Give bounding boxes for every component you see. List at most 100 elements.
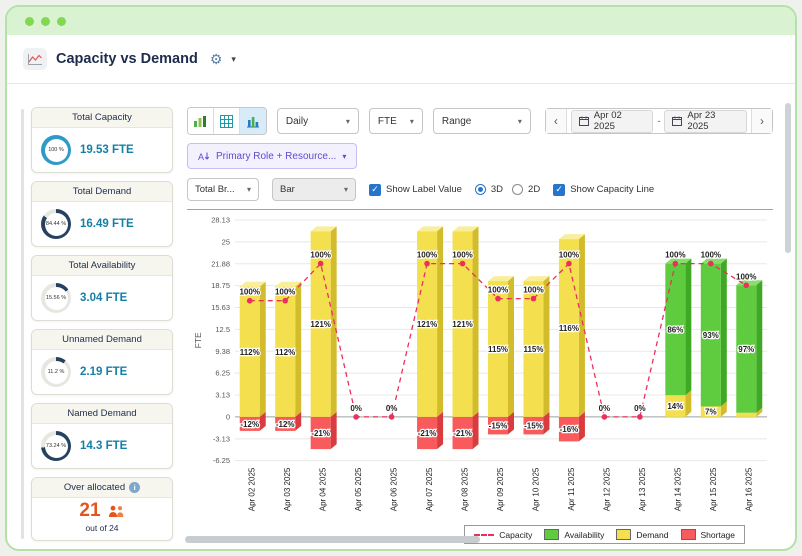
value-label: -12%	[240, 420, 259, 429]
date-to-chip[interactable]: Apr 23 2025	[664, 109, 748, 133]
x-axis-tick: Apr 15 2025	[709, 467, 718, 511]
window-dot-icon[interactable]	[57, 16, 66, 26]
x-axis-tick: Apr 03 2025	[283, 467, 292, 511]
bar-side-face	[259, 281, 266, 417]
mode-3d-option[interactable]: 3D	[474, 184, 503, 195]
stat-donut-chart: 15.56 %	[41, 283, 71, 313]
value-label: 86%	[667, 325, 683, 334]
bar-side-face	[295, 281, 302, 417]
value-label: 100%	[523, 286, 543, 295]
range-select[interactable]: Range ▾	[432, 108, 531, 134]
value-label: 115%	[488, 345, 508, 354]
capacity-point	[566, 260, 572, 267]
capacity-point	[317, 260, 324, 267]
value-label: 0%	[599, 404, 611, 413]
stat-card-body: 11.2 % 2.19 FTE	[32, 350, 172, 394]
bar-chart-view-icon[interactable]	[188, 108, 214, 134]
filter-row: A Primary Role + Resource... ▾	[187, 143, 773, 169]
stat-value: 19.53 FTE	[80, 144, 134, 156]
value-label: 116%	[559, 324, 579, 333]
y-axis-tick: 9.38	[215, 347, 230, 356]
x-axis-tick: Apr 11 2025	[567, 467, 576, 511]
unit-select[interactable]: FTE ▾	[368, 108, 423, 134]
y-axis-tick: -6.25	[213, 456, 230, 465]
x-axis-tick: Apr 07 2025	[425, 467, 434, 511]
stats-sidebar: Total Capacity 100 % 19.53 FTE Total Demand…	[17, 105, 177, 541]
capacity-point	[708, 260, 714, 267]
bar-side-face	[720, 258, 727, 407]
capacity-point	[601, 414, 608, 420]
window-dot-icon[interactable]	[41, 16, 50, 26]
chevron-down-icon[interactable]: ▾	[231, 54, 236, 65]
value-label: 115%	[523, 345, 543, 354]
grouping-filter-chip[interactable]: A Primary Role + Resource... ▾	[187, 143, 358, 169]
over-allocated-count: 21	[79, 500, 101, 521]
stat-card-body: 15.56 % 3.04 FTE	[32, 276, 172, 320]
value-label: 0%	[634, 404, 646, 413]
stat-card: Unnamed Demand 11.2 % 2.19 FTE	[31, 329, 173, 395]
value-label: -12%	[276, 420, 295, 429]
legend-color-swatch	[680, 529, 696, 540]
value-label: 100%	[452, 251, 472, 260]
value-label: 100%	[665, 251, 685, 260]
radio-selected-icon[interactable]	[474, 184, 486, 195]
show-label-value-option[interactable]: ✓ Show Label Value	[369, 183, 462, 196]
y-axis-label: FTE	[193, 332, 203, 348]
legend-item: Demand	[616, 529, 669, 540]
view-switcher	[187, 107, 267, 135]
capacity-point	[282, 297, 288, 304]
table-view-icon[interactable]	[213, 108, 240, 134]
bar-side-face	[330, 411, 337, 450]
x-axis-tick: Apr 10 2025	[531, 467, 540, 511]
sidebar-scrollbar[interactable]	[21, 109, 24, 539]
breakdown-select[interactable]: Total Br... ▾	[187, 178, 259, 201]
mode-2d-option[interactable]: 2D	[512, 184, 540, 195]
column-chart-view-icon[interactable]	[239, 108, 266, 134]
value-label: 121%	[310, 320, 330, 329]
over-allocated-title-text: Over allocated	[63, 482, 126, 493]
capacity-point	[530, 295, 537, 302]
horizontal-scrollbar[interactable]	[185, 536, 480, 543]
date-separator: -	[657, 116, 661, 126]
over-allocated-title: Over allocated i	[32, 478, 172, 498]
stat-value: 3.04 FTE	[80, 292, 128, 304]
y-axis-tick: 0	[226, 412, 230, 421]
stat-card-title: Total Availability	[32, 256, 172, 276]
prev-period-button[interactable]: ‹	[545, 109, 567, 133]
legend-color-swatch	[616, 529, 632, 540]
show-capacity-line-option[interactable]: ✓ Show Capacity Line	[553, 183, 654, 196]
checkbox-checked-icon[interactable]: ✓	[553, 183, 566, 196]
value-label: 100%	[488, 286, 508, 295]
x-axis-tick: Apr 06 2025	[390, 467, 399, 511]
vertical-scrollbar[interactable]	[785, 103, 791, 253]
app-window: Capacity vs Demand ⚙ ▾ Total Capacity 100…	[5, 5, 797, 551]
stat-donut-chart: 73.24 %	[41, 431, 71, 461]
date-from-chip[interactable]: Apr 02 2025	[570, 109, 654, 133]
y-axis-tick: 6.25	[215, 369, 230, 378]
settings-gear-icon[interactable]: ⚙	[210, 52, 223, 66]
legend-color-swatch	[544, 529, 560, 540]
x-axis-tick: Apr 13 2025	[638, 467, 647, 511]
stat-card-title: Unnamed Demand	[32, 330, 172, 350]
next-period-button[interactable]: ›	[751, 109, 773, 133]
info-icon[interactable]: i	[129, 482, 141, 493]
chevron-down-icon: ▾	[246, 185, 251, 194]
date-from-value: Apr 02 2025	[593, 110, 622, 132]
checkbox-checked-icon[interactable]: ✓	[369, 183, 381, 196]
radio-unselected-icon[interactable]	[512, 184, 524, 195]
chart-type-select-value: Bar	[280, 184, 295, 195]
window-dot-icon[interactable]	[25, 16, 34, 26]
legend-item: Capacity	[474, 530, 532, 540]
mode-2d-label: 2D	[528, 184, 541, 195]
chart-type-select[interactable]: Bar ▾	[272, 178, 356, 201]
y-axis-tick: -3.13	[213, 434, 230, 443]
bar-segment[interactable]	[736, 412, 757, 417]
stat-card: Named Demand 73.24 % 14.3 FTE	[31, 403, 173, 469]
calendar-icon	[672, 116, 683, 126]
period-select[interactable]: Daily ▾	[276, 108, 359, 134]
bar-side-face	[685, 258, 692, 396]
stat-percent: 11.2 %	[47, 369, 65, 375]
stat-card-title: Named Demand	[32, 404, 172, 424]
stat-donut-chart: 11.2 %	[41, 357, 71, 387]
capacity-point	[459, 260, 466, 267]
